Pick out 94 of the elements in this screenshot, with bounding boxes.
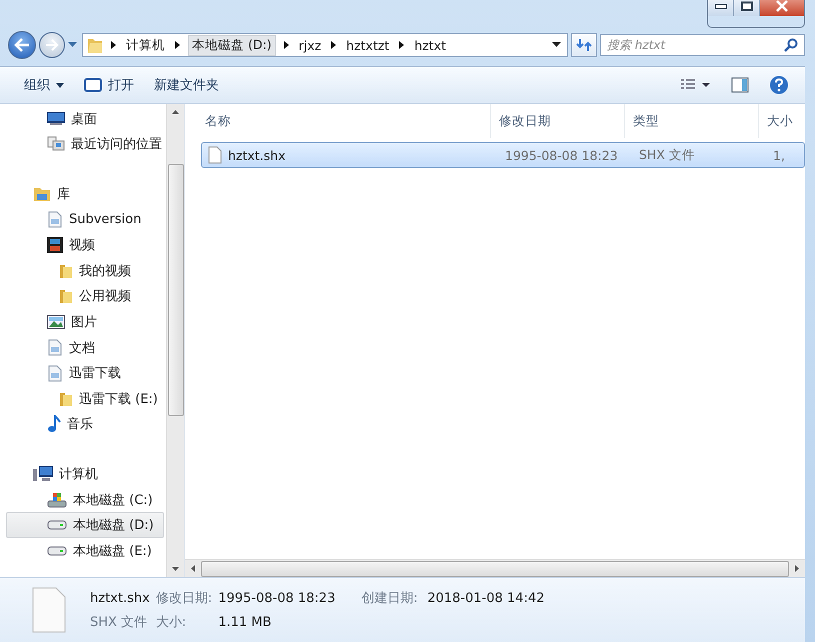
close-icon <box>775 0 789 12</box>
breadcrumb[interactable]: hztxtzt <box>344 36 392 54</box>
open-button[interactable]: 打开 <box>76 72 142 98</box>
scrollbar-thumb[interactable] <box>168 164 184 416</box>
refresh-icon <box>576 38 592 52</box>
help-icon <box>769 75 789 95</box>
nav-item[interactable]: 本地磁盘 (E:) <box>6 538 164 564</box>
column-header[interactable]: 大小 <box>759 104 805 138</box>
nav-item[interactable]: 本地磁盘 (D:) <box>6 512 164 538</box>
breadcrumb[interactable]: rjxz <box>296 36 324 54</box>
window-icon <box>84 78 102 92</box>
scrollbar[interactable] <box>166 104 184 577</box>
arrow-right-icon <box>45 39 59 51</box>
folder-icon <box>59 262 73 279</box>
file-name: hztxt.shx <box>228 148 286 162</box>
forward-button[interactable] <box>39 32 65 58</box>
nav-item[interactable]: 桌面 <box>6 106 164 132</box>
breadcrumb[interactable]: 计算机 <box>124 34 167 56</box>
scroll-right-arrow-icon[interactable] <box>795 565 799 572</box>
nav-item[interactable]: 迅雷下载 (E:) <box>6 386 164 412</box>
breadcrumb[interactable]: hztxt <box>412 36 448 54</box>
document-icon <box>47 364 63 382</box>
arrow-left-icon <box>14 38 30 52</box>
nav-item[interactable]: Subversion <box>6 206 164 232</box>
nav-item[interactable]: 文档 <box>6 334 164 360</box>
list-view-icon <box>681 79 711 91</box>
nav-item[interactable]: 库 <box>6 181 164 207</box>
library-icon <box>33 186 51 202</box>
created-date: 2018-01-08 14:42 <box>427 591 544 606</box>
drive-icon <box>47 520 67 530</box>
file-icon <box>208 146 222 164</box>
chevron-icon[interactable] <box>331 41 336 49</box>
nav-item[interactable]: 本地磁盘 (C:) <box>6 486 164 512</box>
nav-item[interactable]: 我的视频 <box>6 258 164 284</box>
film-icon <box>47 237 63 254</box>
recent-places-icon <box>47 136 65 152</box>
search-icon <box>784 38 798 52</box>
nav-item[interactable]: 视频 <box>6 232 164 258</box>
file-type: SHX 文件 <box>639 146 696 164</box>
dropdown-arrow-icon <box>56 82 64 88</box>
maximize-icon <box>740 1 752 11</box>
size-label: 大小: <box>156 614 188 631</box>
minimize-button[interactable] <box>708 0 734 16</box>
folder-icon <box>87 36 103 54</box>
column-header[interactable]: 名称 <box>185 104 491 138</box>
file-size: 1.11 MB <box>218 615 272 630</box>
chevron-icon[interactable] <box>399 41 404 49</box>
document-icon <box>47 211 63 228</box>
search-field[interactable]: 搜索 hztxt <box>600 34 805 56</box>
address-bar[interactable]: 计算机 本地磁盘 (D:) rjxz hztxtzt hztxt <box>82 33 568 57</box>
minimize-icon <box>714 4 726 8</box>
nav-item[interactable]: 最近访问的位置 <box>6 132 164 158</box>
file-name: hztxt.shx <box>90 591 150 606</box>
column-header[interactable]: 类型 <box>625 104 759 138</box>
modified-date: 1995-08-08 18:23 <box>218 591 336 606</box>
monitor-icon <box>47 112 65 126</box>
nav-item[interactable]: 图片 <box>6 309 164 335</box>
nav-item[interactable]: 公用视频 <box>6 284 164 310</box>
organize-button[interactable]: 组织 <box>16 72 72 98</box>
folder-icon <box>59 288 73 304</box>
close-button[interactable] <box>760 0 804 16</box>
drive-icon <box>47 546 67 556</box>
folder-icon <box>59 390 73 407</box>
document-icon <box>47 339 63 356</box>
music-note-icon <box>47 415 61 434</box>
computer-icon <box>33 466 53 482</box>
scroll-up-arrow-icon[interactable] <box>172 110 179 114</box>
scrollbar[interactable] <box>185 559 805 577</box>
chevron-icon[interactable] <box>111 41 116 49</box>
column-header[interactable]: 修改日期 <box>491 104 625 138</box>
nav-item[interactable]: 迅雷下载 <box>6 360 164 386</box>
back-button[interactable] <box>8 31 36 59</box>
dropdown-arrow-icon[interactable] <box>552 42 561 48</box>
new-folder-button[interactable]: 新建文件夹 <box>146 72 227 98</box>
modified-label: 修改日期: <box>156 590 212 607</box>
maximize-button[interactable] <box>734 0 760 16</box>
file-row[interactable]: hztxt.shx 1995-08-08 18:23 SHX 文件 1, <box>201 142 805 168</box>
scrollbar-thumb[interactable] <box>201 560 789 576</box>
system-drive-icon <box>47 492 67 508</box>
file-size: 1, <box>773 148 785 162</box>
chevron-icon[interactable] <box>284 41 289 49</box>
created-label: 创建日期: <box>361 590 419 607</box>
nav-item[interactable]: 计算机 <box>6 461 164 487</box>
nav-item[interactable]: 音乐 <box>6 412 164 438</box>
preview-pane-icon <box>731 77 749 93</box>
scroll-down-arrow-icon[interactable] <box>172 567 179 571</box>
picture-icon <box>47 314 65 329</box>
refresh-button[interactable] <box>571 33 597 57</box>
file-type: SHX 文件 <box>90 614 148 631</box>
chevron-icon[interactable] <box>175 41 180 49</box>
breadcrumb[interactable]: 本地磁盘 (D:) <box>188 34 276 56</box>
modified-date: 1995-08-08 18:23 <box>505 148 619 162</box>
scroll-left-arrow-icon[interactable] <box>191 565 195 572</box>
file-icon <box>32 587 66 633</box>
